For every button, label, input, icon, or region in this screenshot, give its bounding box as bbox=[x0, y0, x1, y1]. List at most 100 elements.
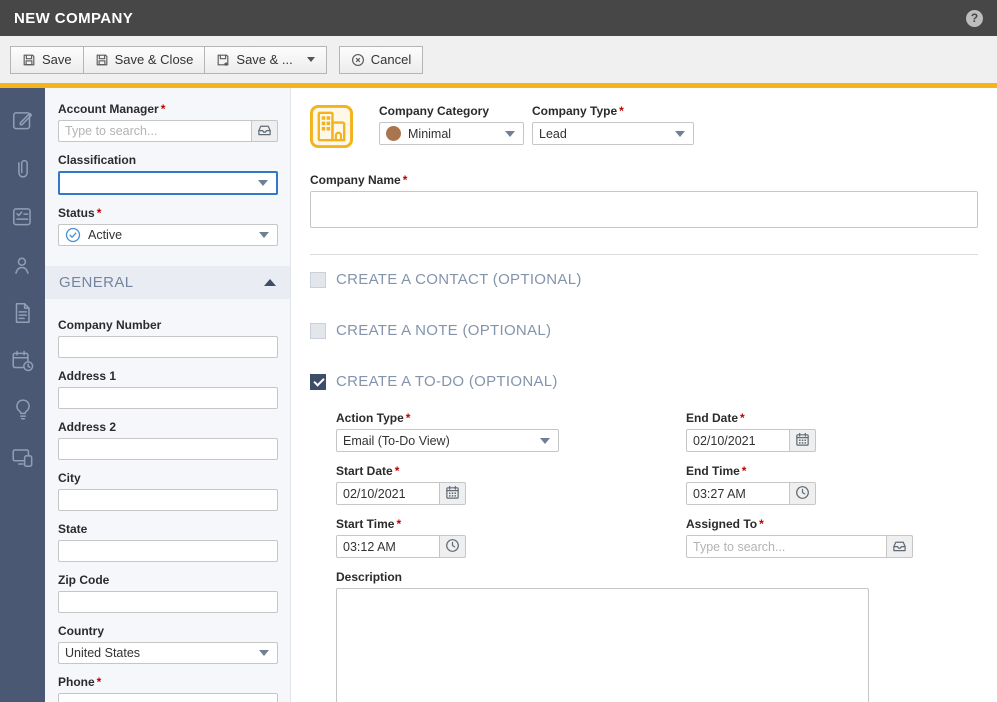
chevron-down-icon bbox=[540, 437, 550, 444]
company-name-input[interactable] bbox=[310, 191, 978, 228]
start-date-picker-button[interactable] bbox=[440, 482, 466, 505]
classification-field: Classification bbox=[58, 154, 278, 195]
state-field: State bbox=[58, 523, 278, 562]
start-date-label: Start Date bbox=[336, 465, 559, 478]
create-todo-toggle[interactable]: CREATE A TO-DO (OPTIONAL) bbox=[310, 373, 978, 390]
chevron-down-icon bbox=[675, 130, 685, 137]
account-manager-label: Account Manager bbox=[58, 103, 278, 116]
todo-form: Action Type Email (To-Do View) End Date bbox=[336, 412, 978, 571]
save-button[interactable]: Save bbox=[10, 45, 84, 74]
company-name-label: Company Name bbox=[310, 174, 978, 187]
chevron-down-icon bbox=[258, 180, 268, 186]
status-field: Status Active bbox=[58, 207, 278, 246]
description-textarea[interactable] bbox=[336, 588, 869, 702]
save-and-more-button[interactable]: Save & ... bbox=[204, 45, 327, 74]
account-manager-field: Account Manager bbox=[58, 103, 278, 142]
lightbulb-icon[interactable] bbox=[0, 385, 45, 433]
action-type-label: Action Type bbox=[336, 412, 559, 425]
country-field: Country United States bbox=[58, 625, 278, 664]
calendar-icon bbox=[445, 485, 460, 503]
chevron-down-icon bbox=[306, 57, 315, 62]
country-select[interactable]: United States bbox=[58, 642, 278, 664]
paperclip-icon[interactable] bbox=[0, 145, 45, 193]
assigned-to-label: Assigned To bbox=[686, 518, 913, 531]
tasks-icon[interactable] bbox=[0, 193, 45, 241]
calendar-clock-icon[interactable] bbox=[0, 337, 45, 385]
clock-icon bbox=[445, 538, 460, 556]
contact-lookup-icon bbox=[257, 122, 272, 140]
chevron-down-icon bbox=[259, 650, 269, 656]
account-manager-input[interactable] bbox=[58, 120, 252, 142]
address1-input[interactable] bbox=[58, 387, 278, 409]
general-section-title: GENERAL bbox=[59, 274, 134, 291]
assigned-to-field: Assigned To bbox=[686, 518, 913, 558]
assigned-to-input[interactable] bbox=[686, 535, 887, 558]
company-category-label: Company Category bbox=[379, 104, 490, 118]
page-title: NEW COMPANY bbox=[14, 9, 134, 27]
contact-icon[interactable] bbox=[0, 241, 45, 289]
company-number-field: Company Number bbox=[58, 319, 278, 358]
country-value: United States bbox=[65, 646, 141, 660]
city-input[interactable] bbox=[58, 489, 278, 511]
start-date-input[interactable] bbox=[336, 482, 440, 505]
account-manager-lookup-button[interactable] bbox=[252, 120, 278, 142]
start-time-picker-button[interactable] bbox=[440, 535, 466, 558]
zip-code-input[interactable] bbox=[58, 591, 278, 613]
devices-icon[interactable] bbox=[0, 433, 45, 481]
state-input[interactable] bbox=[58, 540, 278, 562]
address2-input[interactable] bbox=[58, 438, 278, 460]
edit-icon[interactable] bbox=[0, 97, 45, 145]
general-section-header[interactable]: GENERAL bbox=[45, 266, 290, 299]
save-and-more-label: Save & ... bbox=[236, 52, 293, 67]
save-plus-icon bbox=[216, 53, 230, 67]
create-todo-label: CREATE A TO-DO (OPTIONAL) bbox=[336, 373, 558, 390]
save-button-group: Save Save & Close Save & ... bbox=[10, 45, 327, 74]
action-type-select[interactable]: Email (To-Do View) bbox=[336, 429, 559, 452]
company-number-input[interactable] bbox=[58, 336, 278, 358]
create-note-checkbox[interactable] bbox=[310, 322, 326, 339]
cancel-label: Cancel bbox=[370, 52, 412, 67]
company-category-value: Minimal bbox=[408, 126, 452, 141]
phone-input[interactable] bbox=[58, 693, 278, 702]
zip-code-field: Zip Code bbox=[58, 574, 278, 613]
state-label: State bbox=[58, 522, 88, 536]
address1-field: Address 1 bbox=[58, 370, 278, 409]
company-category-select[interactable]: Minimal bbox=[379, 122, 524, 145]
create-contact-checkbox[interactable] bbox=[310, 271, 326, 288]
help-icon: ? bbox=[970, 11, 979, 25]
main-form-panel: Company Category Minimal Company Type Le… bbox=[291, 88, 997, 702]
title-bar: NEW COMPANY ? bbox=[0, 0, 997, 36]
end-date-input[interactable] bbox=[686, 429, 790, 452]
end-date-picker-button[interactable] bbox=[790, 429, 816, 452]
cancel-button[interactable]: Cancel bbox=[338, 45, 424, 74]
cancel-icon bbox=[351, 53, 365, 67]
action-type-value: Email (To-Do View) bbox=[343, 433, 450, 448]
create-todo-checkbox[interactable] bbox=[310, 373, 326, 390]
end-time-input[interactable] bbox=[686, 482, 790, 505]
company-type-field: Company Type Lead bbox=[532, 105, 694, 145]
end-time-label: End Time bbox=[686, 465, 913, 478]
create-note-toggle[interactable]: CREATE A NOTE (OPTIONAL) bbox=[310, 322, 978, 339]
assigned-to-lookup-button[interactable] bbox=[887, 535, 913, 558]
status-value: Active bbox=[88, 228, 123, 242]
create-contact-toggle[interactable]: CREATE A CONTACT (OPTIONAL) bbox=[310, 271, 978, 288]
content-area: Account Manager Classification Status bbox=[0, 88, 997, 702]
classification-select[interactable] bbox=[58, 171, 278, 195]
start-time-input[interactable] bbox=[336, 535, 440, 558]
end-date-field: End Date bbox=[686, 412, 913, 452]
end-time-picker-button[interactable] bbox=[790, 482, 816, 505]
category-color-swatch bbox=[386, 126, 401, 141]
status-check-icon bbox=[65, 227, 81, 243]
address2-field: Address 2 bbox=[58, 421, 278, 460]
classification-label: Classification bbox=[58, 153, 137, 167]
company-type-select[interactable]: Lead bbox=[532, 122, 694, 145]
document-icon[interactable] bbox=[0, 289, 45, 337]
start-date-field: Start Date bbox=[336, 465, 559, 505]
save-icon bbox=[22, 53, 36, 67]
company-number-label: Company Number bbox=[58, 318, 162, 332]
start-time-label: Start Time bbox=[336, 518, 559, 531]
city-label: City bbox=[58, 471, 81, 485]
save-and-close-button[interactable]: Save & Close bbox=[82, 45, 206, 74]
status-select[interactable]: Active bbox=[58, 224, 278, 246]
help-button[interactable]: ? bbox=[966, 9, 983, 27]
